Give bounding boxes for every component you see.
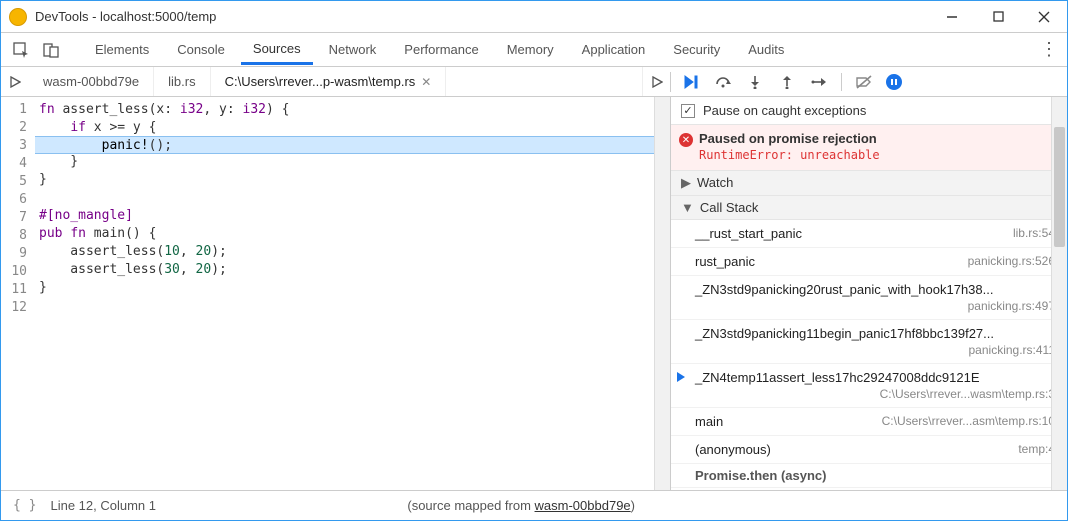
panel-tab-application[interactable]: Application xyxy=(570,36,658,63)
window-title: DevTools - localhost:5000/temp xyxy=(35,9,929,24)
file-tab-label: lib.rs xyxy=(168,74,195,89)
stack-frame[interactable]: __rust_start_paniclib.rs:54 xyxy=(671,220,1067,248)
window-maximize-button[interactable] xyxy=(975,1,1021,32)
sources-subtabs: wasm-00bbd79e lib.rs C:\Users\rrever...p-w… xyxy=(1,67,1067,97)
panel-tab-elements[interactable]: Elements xyxy=(83,36,161,63)
cursor-position: Line 12, Column 1 xyxy=(50,498,156,513)
file-tab-label: C:\Users\rrever...p-wasm\temp.rs xyxy=(225,74,416,89)
callstack-section-header[interactable]: ▼Call Stack xyxy=(671,196,1067,220)
devtools-app-icon xyxy=(9,8,27,26)
pretty-print-icon[interactable]: { } xyxy=(13,498,36,513)
debugger-controls xyxy=(670,72,1067,92)
code-line[interactable]: fn assert_less(x: i32, y: i32) { xyxy=(35,101,654,119)
more-tabs-icon[interactable] xyxy=(642,67,670,96)
step-button[interactable] xyxy=(809,72,829,92)
source-map-link[interactable]: wasm-00bbd79e xyxy=(535,498,631,513)
pause-on-caught-checkbox[interactable]: ✓ xyxy=(681,104,695,118)
inspect-element-icon[interactable] xyxy=(9,38,33,62)
source-code-editor[interactable]: 123456789101112 fn assert_less(x: i32, y… xyxy=(1,97,670,490)
code-line[interactable]: } xyxy=(35,171,654,189)
stack-frame[interactable]: _ZN3std9panicking20rust_panic_with_hook1… xyxy=(671,276,1067,320)
code-line[interactable] xyxy=(35,189,654,207)
step-over-button[interactable] xyxy=(713,72,733,92)
code-line[interactable]: assert_less(10, 20); xyxy=(35,243,654,261)
panel-tab-security[interactable]: Security xyxy=(661,36,732,63)
pause-on-caught-label: Pause on caught exceptions xyxy=(703,103,866,118)
code-line[interactable]: assert_less(30, 20); xyxy=(35,261,654,279)
file-tab[interactable]: lib.rs xyxy=(154,67,210,96)
call-stack-list: __rust_start_paniclib.rs:54rust_panicpan… xyxy=(671,220,1067,488)
stack-frame[interactable]: (anonymous)temp:4 xyxy=(671,436,1067,464)
more-options-icon[interactable]: ⋮ xyxy=(1039,39,1059,60)
code-line[interactable]: if x >= y { xyxy=(35,119,654,137)
file-tab-label: wasm-00bbd79e xyxy=(43,74,139,89)
window-minimize-button[interactable] xyxy=(929,1,975,32)
stack-frame[interactable]: _ZN4temp11assert_less17hc29247008ddc9121… xyxy=(671,364,1067,408)
stack-frame[interactable]: mainC:\Users\rrever...asm\temp.rs:10 xyxy=(671,408,1067,436)
line-number-gutter: 123456789101112 xyxy=(1,97,35,490)
panel-tab-audits[interactable]: Audits xyxy=(736,36,796,63)
source-map-info: (source mapped from wasm-00bbd79e) xyxy=(407,498,635,513)
pause-on-exceptions-button[interactable] xyxy=(886,74,902,90)
panel-tabs: ElementsConsoleSourcesNetworkPerformance… xyxy=(83,35,1039,65)
panel-tab-network[interactable]: Network xyxy=(317,36,389,63)
pause-reason-message: RuntimeError: unreachable xyxy=(699,148,1057,162)
async-boundary-label: Promise.then (async) xyxy=(671,464,1067,488)
watch-section-header[interactable]: ▶Watch xyxy=(671,171,1067,196)
code-content[interactable]: fn assert_less(x: i32, y: i32) { if x >=… xyxy=(35,97,654,490)
pause-on-caught-row[interactable]: ✓ Pause on caught exceptions xyxy=(671,97,1067,125)
show-navigator-icon[interactable] xyxy=(1,67,29,96)
code-line[interactable]: #[no_mangle] xyxy=(35,207,654,225)
debugger-sidebar: ✓ Pause on caught exceptions ✕ Paused on… xyxy=(670,97,1067,490)
deactivate-breakpoints-button[interactable] xyxy=(854,72,874,92)
pause-reason-title: Paused on promise rejection xyxy=(699,131,1057,146)
close-icon[interactable]: ✕ xyxy=(421,75,431,89)
code-line[interactable]: pub fn main() { xyxy=(35,225,654,243)
error-icon: ✕ xyxy=(679,133,693,147)
status-bar: { } Line 12, Column 1 (source mapped fro… xyxy=(1,490,1067,520)
panel-tab-memory[interactable]: Memory xyxy=(495,36,566,63)
file-tab[interactable]: wasm-00bbd79e xyxy=(29,67,154,96)
window-titlebar: DevTools - localhost:5000/temp xyxy=(1,1,1067,33)
stack-frame[interactable]: rust_panicpanicking.rs:526 xyxy=(671,248,1067,276)
step-out-button[interactable] xyxy=(777,72,797,92)
step-into-button[interactable] xyxy=(745,72,765,92)
stack-frame[interactable]: _ZN3std9panicking11begin_panic17hf8bbc13… xyxy=(671,320,1067,364)
code-line[interactable]: panic!(); xyxy=(35,136,654,154)
code-scrollbar[interactable] xyxy=(654,97,670,490)
window-close-button[interactable] xyxy=(1021,1,1067,32)
code-line[interactable]: } xyxy=(35,279,654,297)
device-toolbar-icon[interactable] xyxy=(39,38,63,62)
devtools-toolbar: ElementsConsoleSourcesNetworkPerformance… xyxy=(1,33,1067,67)
file-tab[interactable]: C:\Users\rrever...p-wasm\temp.rs ✕ xyxy=(211,67,447,96)
resume-script-button[interactable] xyxy=(681,72,701,92)
panel-tab-performance[interactable]: Performance xyxy=(392,36,490,63)
pause-banner: ✕ Paused on promise rejection RuntimeErr… xyxy=(671,125,1067,171)
panel-tab-sources[interactable]: Sources xyxy=(241,35,313,65)
code-line[interactable]: } xyxy=(35,153,654,171)
code-line[interactable] xyxy=(35,297,654,315)
panel-tab-console[interactable]: Console xyxy=(165,36,237,63)
sidebar-scrollbar[interactable] xyxy=(1051,97,1067,490)
